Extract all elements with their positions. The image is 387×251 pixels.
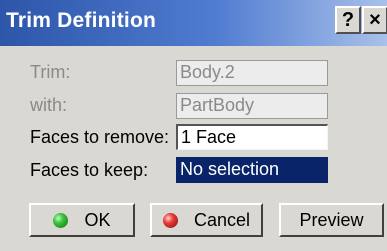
cancel-label: Cancel [193,209,251,230]
faces-to-keep-field[interactable]: No selection [176,157,328,183]
ok-icon [53,212,69,228]
trim-label: Trim: [30,62,71,82]
ok-label: OK [84,209,111,230]
faces-to-keep-label: Faces to keep: [30,160,149,180]
preview-button[interactable]: Preview [279,203,384,237]
close-button[interactable]: × [362,6,387,34]
cancel-icon [162,212,178,228]
ok-button[interactable]: OK [29,203,135,237]
help-icon: ? [341,8,355,31]
cancel-button[interactable]: Cancel [150,203,263,237]
faces-to-remove-label: Faces to remove: [30,127,170,147]
dialog-title: Trim Definition [6,9,156,32]
close-icon: × [369,8,381,31]
title-bar[interactable]: Trim Definition ? × [0,0,387,46]
with-label: with: [30,95,68,115]
with-field: PartBody [176,93,328,119]
help-button[interactable]: ? [335,6,361,34]
trim-definition-dialog: Trim Definition ? × Trim: Body.2 with: P… [0,0,387,251]
trim-field: Body.2 [176,60,328,86]
preview-label: Preview [299,209,364,230]
faces-to-remove-field[interactable]: 1 Face [176,124,328,150]
